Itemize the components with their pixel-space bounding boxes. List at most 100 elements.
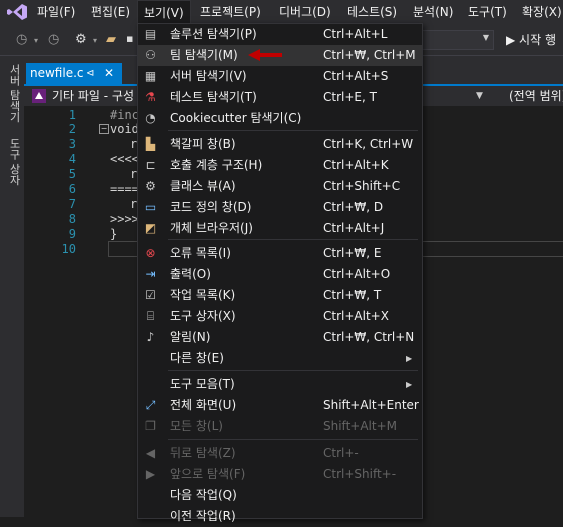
view-menu-item[interactable]: ☑ 작업 목록(K) Ctrl+₩, T — [138, 285, 422, 306]
save-icon[interactable]: ▪ — [126, 32, 133, 45]
view-menu-item-shortcut: Ctrl+Alt+L — [323, 27, 388, 41]
line-number: 2 — [68, 122, 76, 136]
view-menu-item[interactable]: ⊗ 오류 목록(I) Ctrl+₩, E — [138, 243, 422, 264]
configuration-combo[interactable]: ▼ — [420, 30, 494, 50]
view-menu-item-shortcut: Ctrl+₩, Ctrl+N — [323, 330, 415, 344]
view-menu-item-label: 모든 창(L) — [170, 419, 223, 433]
view-menu-item-shortcut: Ctrl+Alt+J — [323, 221, 385, 235]
view-menu-item-shortcut: Ctrl+Alt+S — [323, 69, 389, 83]
view-menu-item-label: Cookiecutter 탐색기(C) — [170, 111, 302, 125]
view-menu-item[interactable]: 다른 창(E) ▶ — [138, 348, 422, 369]
project-dropdown[interactable]: 기타 파일 - 구성 — [52, 86, 134, 106]
view-menu-item[interactable]: 다음 작업(Q) — [138, 485, 422, 506]
view-menu-item[interactable]: ⚗ 테스트 탐색기(T) Ctrl+E, T — [138, 87, 422, 108]
view-menu-item[interactable]: ⤢ 전체 화면(U) Shift+Alt+Enter — [138, 395, 422, 416]
view-menu-item-label: 출력(O) — [170, 267, 211, 281]
view-menu-item-shortcut: Ctrl+₩, E — [323, 246, 382, 260]
view-menu-dropdown: ▤ 솔루션 탐색기(P) Ctrl+Alt+L ⚇ 팀 탐색기(M) Ctrl+₩, Ct… — [137, 23, 423, 523]
navigate-back-icon: ◀ — [145, 446, 156, 460]
pin-icon[interactable]: ⊲ — [86, 63, 94, 84]
close-icon[interactable]: ✕ — [104, 63, 114, 84]
server-explorer-icon: ▦ — [144, 69, 157, 83]
view-menu-item-shortcut: Ctrl+₩, D — [323, 200, 384, 214]
notifications-icon: ♪ — [146, 330, 155, 344]
view-menu-item-shortcut: Ctrl+Alt+X — [323, 309, 389, 323]
view-menu-item[interactable]: ▭ 코드 정의 창(D) Ctrl+₩, D — [138, 197, 422, 218]
menu-edit[interactable]: 편집(E) — [85, 0, 136, 25]
menu-file[interactable]: 파일(F) — [31, 0, 81, 25]
view-menu-item[interactable]: ◀ 뒤로 탐색(Z) Ctrl+- — [138, 443, 422, 464]
submenu-arrow-icon: ▶ — [406, 380, 413, 389]
tab-newfile[interactable]: newfile.c ⊲ ✕ — [26, 63, 122, 84]
submenu-arrow-icon: ▶ — [406, 354, 413, 363]
toolbox-tab[interactable]: 도구 상자 — [6, 138, 22, 186]
view-menu-item-label: 뒤로 탐색(Z) — [170, 446, 236, 460]
view-menu-item-label: 팀 탐색기(M) — [170, 48, 238, 62]
test-explorer-icon: ⚗ — [145, 90, 156, 104]
task-list-icon: ☑ — [145, 288, 156, 302]
view-menu-item-shortcut: Ctrl+E, T — [323, 90, 377, 104]
view-menu-item-label: 전체 화면(U) — [170, 398, 237, 412]
new-dropdown-icon[interactable]: ▾ — [93, 36, 97, 45]
view-menu-item-label: 클래스 뷰(A) — [170, 179, 236, 193]
menu-separator — [168, 239, 418, 240]
line-number: 3 — [68, 137, 76, 151]
menu-bar: 파일(F) 편집(E) 보기(V) 프로젝트(P) 디버그(D) 테스트(S) … — [0, 0, 563, 26]
bookmark-icon: ▙ — [145, 137, 156, 151]
start-debugging-button[interactable]: ▶ 시작 행 — [506, 31, 556, 49]
menu-extensions[interactable]: 확장(X) — [516, 0, 563, 25]
menu-tools[interactable]: 도구(T) — [462, 0, 513, 25]
view-menu-item-shortcut: Ctrl+Shift+- — [323, 467, 397, 481]
menu-separator — [168, 439, 418, 440]
view-menu-item-shortcut: Ctrl+Alt+K — [323, 158, 389, 172]
view-menu-item-label: 작업 목록(K) — [170, 288, 236, 302]
class-view-icon: ⚙ — [145, 179, 156, 193]
scope-chevron-down-icon[interactable]: ▼ — [476, 86, 483, 106]
server-explorer-tab[interactable]: 서버 탐색기 — [6, 64, 22, 123]
navigate-forward-icon: ▶ — [145, 467, 156, 481]
view-menu-item[interactable]: ▦ 서버 탐색기(V) Ctrl+Alt+S — [138, 66, 422, 87]
menu-project[interactable]: 프로젝트(P) — [194, 0, 267, 25]
view-menu-item[interactable]: ⚙ 클래스 뷰(A) Ctrl+Shift+C — [138, 176, 422, 197]
view-menu-item[interactable]: ⊏ 호출 계층 구조(H) Ctrl+Alt+K — [138, 155, 422, 176]
new-project-icon[interactable]: ⚙ — [75, 32, 87, 47]
view-menu-item-shortcut: Shift+Alt+M — [323, 419, 397, 433]
view-menu-item[interactable]: ⇥ 출력(O) Ctrl+Alt+O — [138, 264, 422, 285]
line-number: 5 — [68, 167, 76, 181]
forward-icon[interactable]: ◷ — [48, 32, 59, 47]
view-menu-item-shortcut: Ctrl+- — [323, 446, 359, 460]
code-fragment: void — [110, 122, 139, 136]
view-menu-item[interactable]: ❐ 모든 창(L) Shift+Alt+M — [138, 416, 422, 437]
menu-test[interactable]: 테스트(S) — [341, 0, 403, 25]
back-icon[interactable]: ◷ — [16, 32, 27, 47]
menu-separator — [168, 370, 418, 371]
collapse-icon[interactable]: − — [99, 124, 109, 134]
line-number: 6 — [68, 182, 76, 196]
line-number: 1 — [68, 108, 76, 122]
view-menu-item[interactable]: ▤ 솔루션 탐색기(P) Ctrl+Alt+L — [138, 24, 422, 45]
line-number: 8 — [68, 212, 76, 226]
side-tool-strip — [0, 56, 24, 517]
view-menu-item[interactable]: ◔ Cookiecutter 탐색기(C) — [138, 108, 422, 129]
object-browser-icon: ◩ — [144, 221, 157, 235]
team-explorer-icon: ⚇ — [145, 48, 156, 62]
menu-analyze[interactable]: 분석(N) — [407, 0, 459, 25]
view-menu-item[interactable]: ▶ 앞으로 탐색(F) Ctrl+Shift+- — [138, 464, 422, 485]
scope-dropdown[interactable]: (전역 범위) — [509, 86, 563, 106]
open-folder-icon[interactable]: ▰ — [106, 32, 116, 47]
view-menu-item-label: 다른 창(E) — [170, 351, 224, 365]
view-menu-item[interactable]: ⌸ 도구 상자(X) Ctrl+Alt+X — [138, 306, 422, 327]
solution-explorer-icon: ▤ — [144, 27, 157, 41]
menu-debug[interactable]: 디버그(D) — [273, 0, 337, 25]
view-menu-item[interactable]: ♪ 알림(N) Ctrl+₩, Ctrl+N — [138, 327, 422, 348]
view-menu-item[interactable]: ◩ 개체 브라우저(J) Ctrl+Alt+J — [138, 218, 422, 239]
combo-chevron-down-icon: ▼ — [482, 33, 489, 42]
full-screen-icon: ⤢ — [145, 398, 156, 412]
view-menu-item[interactable]: ▙ 책갈피 창(B) Ctrl+K, Ctrl+W — [138, 134, 422, 155]
view-menu-item[interactable]: 도구 모음(T) ▶ — [138, 374, 422, 395]
error-list-icon: ⊗ — [145, 246, 156, 260]
back-dropdown-icon[interactable]: ▾ — [34, 36, 38, 45]
view-menu-item-label: 호출 계층 구조(H) — [170, 158, 263, 172]
view-menu-item-label: 앞으로 탐색(F) — [170, 467, 246, 481]
view-menu-item-shortcut: Ctrl+₩, Ctrl+M — [323, 48, 416, 62]
